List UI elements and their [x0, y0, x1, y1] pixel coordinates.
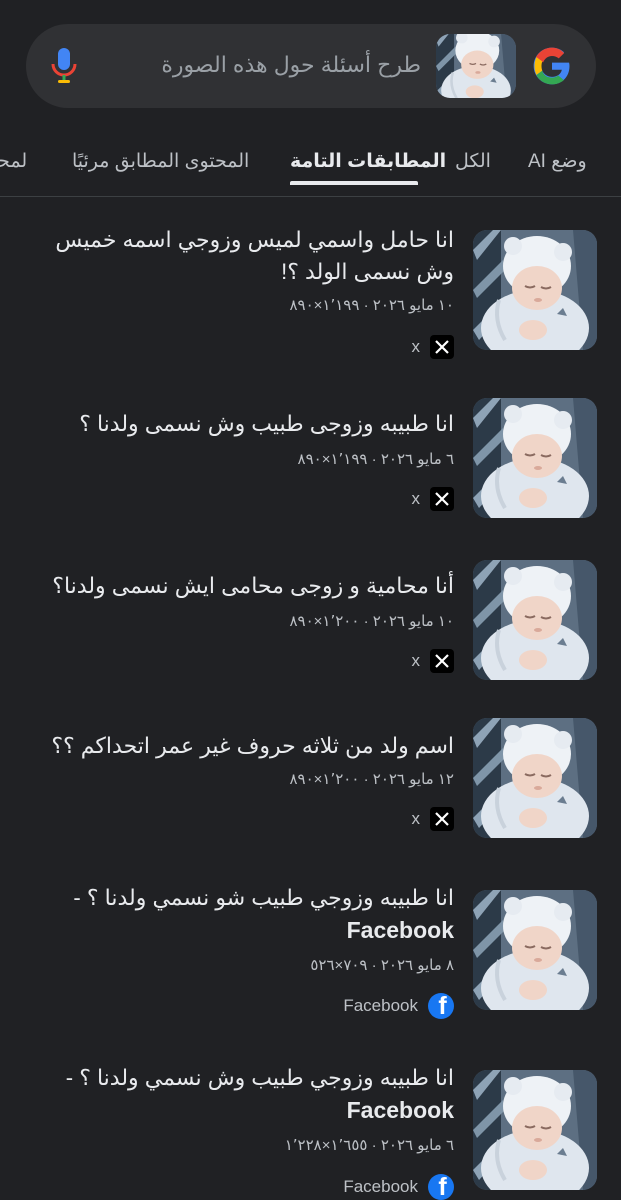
search-tabs: وضع AI الكل المطابقات التامة المحتوى الم…	[0, 130, 621, 197]
result-source[interactable]: x	[411, 806, 454, 832]
source-label: x	[411, 337, 421, 356]
tab-all[interactable]: الكل	[455, 150, 491, 173]
result-thumbnail[interactable]	[473, 230, 597, 350]
result-item[interactable]: انا طبيبه وزوجي طبيب شو نسمي ولدنا ؟ - F…	[0, 885, 621, 1040]
result-meta: ٨ مايو ٢٠٢٦ · ٧٠٩×٥٢٦	[310, 957, 454, 974]
tab-visual-matches[interactable]: المحتوى المطابق مرئيًا	[72, 150, 249, 173]
result-title[interactable]: انا حامل واسمي لميس وزوجي اسمه خميس وش ن…	[34, 224, 454, 288]
result-source[interactable]: x	[411, 486, 454, 512]
result-source[interactable]: Facebook f	[343, 993, 454, 1019]
result-item[interactable]: انا طبيبه وزوجى طبيب وش نسمى ولدنا ؟ ٦ م…	[0, 398, 621, 548]
result-title[interactable]: اسم ولد من ثلاثه حروف غير عمر اتحداكم ؟؟	[34, 730, 454, 762]
source-label: x	[411, 651, 421, 670]
result-meta: ١٠ مايو ٢٠٢٦ · ١٬٢٠٠×٨٩٠	[289, 613, 454, 630]
x-logo-icon	[430, 335, 454, 359]
result-title[interactable]: انا طبيبه وزوجي طبيب شو نسمي ولدنا ؟ - F…	[34, 882, 454, 947]
result-meta: ١٠ مايو ٢٠٢٦ · ١٬١٩٩×٨٩٠	[289, 297, 454, 314]
result-meta: ٦ مايو ٢٠٢٦ · ١٬٦٥٥×١٬٢٢٨	[284, 1137, 454, 1154]
result-source[interactable]: Facebook f	[343, 1174, 454, 1200]
result-thumbnail[interactable]	[473, 398, 597, 518]
result-title[interactable]: أنا محامية و زوجى محامى ايش نسمى ولدنا؟	[34, 570, 454, 602]
source-label: x	[411, 809, 421, 828]
result-source[interactable]: x	[411, 334, 454, 360]
facebook-logo-icon: f	[428, 1174, 454, 1200]
tab-overview[interactable]: لمحة	[0, 150, 27, 173]
result-thumbnail[interactable]	[473, 1070, 597, 1190]
result-meta: ١٢ مايو ٢٠٢٦ · ١٬٢٠٠×٨٩٠	[289, 771, 454, 788]
search-input[interactable]: طرح أسئلة حول هذه الصورة	[161, 52, 421, 78]
source-label: Facebook	[343, 996, 418, 1015]
source-label: x	[411, 489, 421, 508]
result-thumbnail[interactable]	[473, 560, 597, 680]
x-logo-icon	[430, 487, 454, 511]
microphone-icon[interactable]	[50, 46, 78, 86]
google-logo-icon[interactable]	[532, 46, 572, 86]
result-item[interactable]: اسم ولد من ثلاثه حروف غير عمر اتحداكم ؟؟…	[0, 718, 621, 868]
query-image-thumbnail[interactable]	[436, 34, 516, 98]
result-thumbnail[interactable]	[473, 718, 597, 838]
facebook-logo-icon: f	[428, 993, 454, 1019]
x-logo-icon	[430, 807, 454, 831]
result-title[interactable]: انا طبيبه وزوجي طبيب وش نسمي ولدنا ؟ - F…	[34, 1062, 454, 1127]
search-bar[interactable]: طرح أسئلة حول هذه الصورة	[26, 24, 596, 108]
tab-exact-matches[interactable]: المطابقات التامة	[290, 150, 446, 173]
result-item[interactable]: انا طبيبه وزوجي طبيب وش نسمي ولدنا ؟ - F…	[0, 1065, 621, 1200]
active-tab-indicator	[290, 181, 418, 185]
result-source[interactable]: x	[411, 648, 454, 674]
result-item[interactable]: انا حامل واسمي لميس وزوجي اسمه خميس وش ن…	[0, 227, 621, 380]
source-label: Facebook	[343, 1177, 418, 1196]
tab-ai-mode[interactable]: وضع AI	[528, 150, 587, 173]
result-item[interactable]: أنا محامية و زوجى محامى ايش نسمى ولدنا؟ …	[0, 560, 621, 710]
result-title[interactable]: انا طبيبه وزوجى طبيب وش نسمى ولدنا ؟	[34, 408, 454, 440]
result-thumbnail[interactable]	[473, 890, 597, 1010]
x-logo-icon	[430, 649, 454, 673]
result-meta: ٦ مايو ٢٠٢٦ · ١٬١٩٩×٨٩٠	[297, 451, 454, 468]
